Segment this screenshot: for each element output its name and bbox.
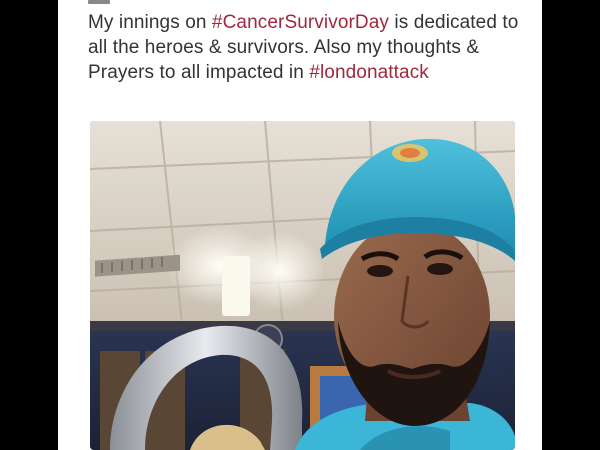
tweet-header-remnant — [88, 0, 110, 4]
right-letterbox — [542, 0, 600, 450]
tweet-text: My innings on #CancerSurvivorDay is dedi… — [88, 10, 528, 85]
tweet-card: My innings on #CancerSurvivorDay is dedi… — [58, 0, 542, 450]
hashtag-link[interactable]: #CancerSurvivorDay — [212, 12, 389, 33]
tweet-media-photo[interactable] — [90, 121, 515, 450]
hashtag-link[interactable]: #londonattack — [309, 62, 429, 83]
left-letterbox — [0, 0, 58, 450]
selfie-photo-illustration — [90, 121, 515, 450]
tweet-text-part: My innings on — [88, 12, 212, 33]
